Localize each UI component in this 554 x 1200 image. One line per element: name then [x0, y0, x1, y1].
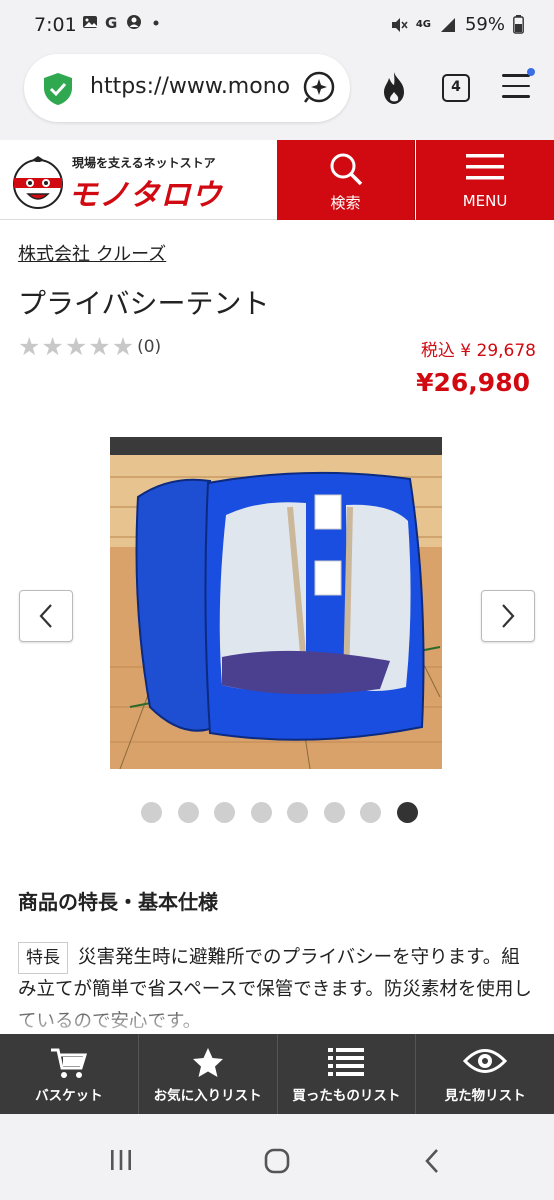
- header-search-button[interactable]: 検索: [277, 140, 415, 220]
- favorites-label: お気に入りリスト: [153, 1088, 262, 1104]
- star-icon: ★: [18, 332, 41, 361]
- gallery-dot[interactable]: [177, 802, 199, 823]
- text-fade-overlay: [0, 1000, 554, 1036]
- viewed-list-label: 見た物リスト: [444, 1088, 526, 1104]
- logo-name: モノタロウ: [68, 178, 223, 213]
- mute-icon: [391, 17, 408, 32]
- image-icon: [83, 16, 97, 28]
- address-bar[interactable]: https://www.monotaro.com: [24, 54, 350, 122]
- system-navigation-bar: [0, 1114, 554, 1200]
- battery-percent: 59%: [464, 14, 505, 35]
- features-heading: 商品の特長・基本仕様: [18, 890, 218, 914]
- gallery-dot-active[interactable]: [396, 802, 418, 823]
- gallery-dot[interactable]: [250, 802, 272, 823]
- purchased-list-label: 買ったものリスト: [292, 1088, 401, 1104]
- chevron-right-icon: [502, 604, 515, 628]
- status-bar: 7:01 G 4G 59%: [0, 0, 554, 54]
- tent-photo: [110, 437, 442, 769]
- hamburger-icon: [466, 154, 504, 180]
- gallery-prev-button[interactable]: [19, 590, 73, 642]
- dot-icon: [153, 20, 159, 26]
- fire-icon[interactable]: [378, 70, 410, 106]
- star-icon: ★: [41, 332, 64, 361]
- account-icon: [127, 15, 141, 29]
- maker-link[interactable]: 株式会社 クルーズ: [18, 240, 166, 266]
- browser-menu-button[interactable]: [502, 68, 535, 98]
- rating[interactable]: ★ ★ ★ ★ ★ (0): [18, 334, 161, 359]
- chevron-left-icon: [39, 604, 52, 628]
- gallery-dot[interactable]: [323, 802, 345, 823]
- status-notification-icons: G: [82, 14, 164, 30]
- url-text[interactable]: https://www.monotaro.com: [90, 74, 290, 99]
- logo-tagline: 現場を支えるネットストア: [72, 156, 216, 170]
- gallery-indicator: [141, 802, 418, 823]
- favorites-button[interactable]: お気に入りリスト: [139, 1034, 278, 1114]
- feature-tag: 特長: [18, 942, 68, 974]
- back-icon[interactable]: [422, 1148, 442, 1174]
- status-right: 4G 59%: [390, 14, 524, 35]
- cart-icon: [50, 1048, 87, 1078]
- recent-apps-icon[interactable]: [109, 1148, 133, 1172]
- viewed-list-button[interactable]: 見た物リスト: [416, 1034, 554, 1114]
- secure-shield-icon[interactable]: [42, 72, 74, 106]
- status-time: 7:01: [34, 14, 77, 36]
- google-icon: G: [105, 14, 117, 30]
- tabs-button[interactable]: 4: [442, 74, 470, 102]
- basket-label: バスケット: [35, 1088, 103, 1104]
- svg-text:G: G: [105, 14, 117, 30]
- product-image[interactable]: [110, 437, 442, 769]
- star-icon: ★: [111, 332, 135, 361]
- star-icon: ★: [88, 332, 111, 361]
- search-icon: [330, 153, 362, 186]
- home-icon[interactable]: [264, 1148, 290, 1174]
- assistant-icon[interactable]: [302, 70, 336, 104]
- list-icon: [328, 1048, 365, 1076]
- signal-icon: [440, 17, 455, 32]
- mascot-logo-icon: [13, 156, 63, 209]
- site-header: 現場を支えるネットストア モノタロウ 検索 MENU: [0, 140, 554, 220]
- price-tax-included: 税込 ¥ 29,678: [420, 341, 536, 361]
- network-type: 4G: [415, 19, 431, 30]
- notification-dot: [527, 68, 535, 76]
- basket-button[interactable]: バスケット: [0, 1034, 139, 1114]
- product-title: プライバシーテント: [18, 287, 270, 320]
- gallery-next-button[interactable]: [481, 590, 535, 642]
- search-label: 検索: [330, 194, 361, 212]
- eye-icon: [463, 1049, 508, 1073]
- purchased-list-button[interactable]: 買ったものリスト: [278, 1034, 417, 1114]
- site-logo[interactable]: 現場を支えるネットストア モノタロウ: [10, 150, 270, 213]
- gallery-dot[interactable]: [360, 802, 381, 823]
- gallery-dot[interactable]: [141, 802, 162, 823]
- star-icon: ★: [64, 332, 88, 361]
- menu-label: MENU: [462, 192, 508, 210]
- bottom-nav: バスケット お気に入りリスト 買ったものリスト 見た物リスト: [0, 1034, 554, 1114]
- browser-toolbar: https://www.monotaro.com 4: [0, 54, 554, 140]
- review-count[interactable]: (0): [137, 337, 161, 357]
- gallery-dot[interactable]: [214, 802, 235, 823]
- price: ¥26,980: [416, 368, 530, 397]
- star-icon: [192, 1048, 223, 1077]
- gallery-dot[interactable]: [287, 802, 308, 823]
- battery-icon: [513, 15, 524, 34]
- header-menu-button[interactable]: MENU: [416, 140, 554, 220]
